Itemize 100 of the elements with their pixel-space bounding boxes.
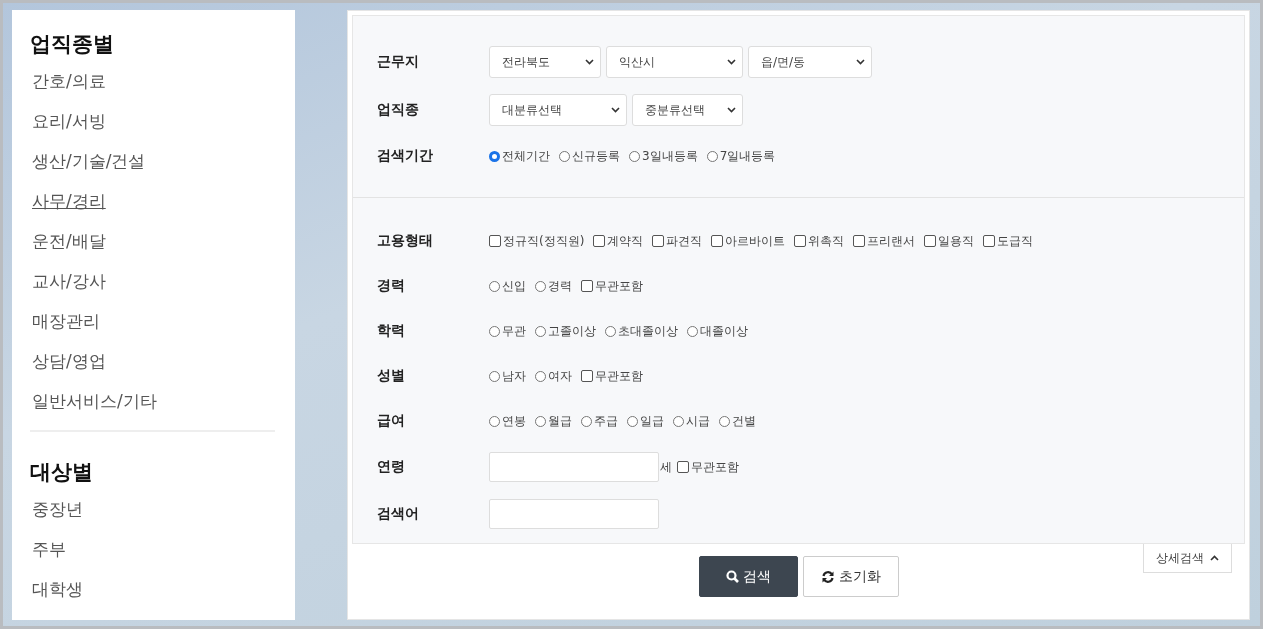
field-label: 성별 <box>376 367 406 385</box>
radio-button[interactable] <box>559 150 570 162</box>
caret-down-icon <box>856 59 865 65</box>
sidebar-link[interactable]: 일반서비스/기타 <box>32 390 157 413</box>
dropdown[interactable]: 대분류선택 <box>489 94 627 126</box>
field-label: 근무지 <box>376 53 420 71</box>
radio-button[interactable] <box>535 415 546 427</box>
reset-button[interactable]: 초기화 <box>802 556 899 597</box>
checkbox-option[interactable]: 무관포함 <box>677 458 739 476</box>
unit-label: 세 <box>660 458 672 476</box>
radio-option[interactable]: 7일내등록 <box>706 147 776 165</box>
sidebar-link[interactable]: 생산/기술/건설 <box>32 150 146 173</box>
section-title: 업직종별 <box>30 31 115 58</box>
field-label: 학력 <box>376 322 406 340</box>
caret-up-icon <box>1210 555 1219 561</box>
radio-option[interactable]: 주급 <box>581 412 618 430</box>
checkbox-option[interactable]: 무관포함 <box>581 367 643 385</box>
radio-button[interactable] <box>535 325 546 337</box>
checkbox[interactable] <box>794 235 807 247</box>
checkbox[interactable] <box>581 370 593 382</box>
radio-button[interactable] <box>627 415 638 427</box>
checkbox-option[interactable]: 계약직 <box>593 232 644 250</box>
field-label: 연령 <box>376 458 406 476</box>
section-title: 대상별 <box>30 459 94 486</box>
radio-button[interactable] <box>489 325 500 337</box>
radio-option[interactable]: 일급 <box>627 412 664 430</box>
input-field[interactable] <box>489 499 659 529</box>
sidebar-link[interactable]: 상담/영업 <box>32 350 106 373</box>
checkbox-option[interactable]: 위촉직 <box>794 232 845 250</box>
radio-option[interactable]: 초대졸이상 <box>605 322 678 340</box>
radio-button[interactable] <box>581 415 592 427</box>
checkbox-option[interactable]: 프리랜서 <box>853 232 916 250</box>
checkbox-option[interactable]: 정규직(정직원) <box>489 232 585 250</box>
dropdown[interactable]: 읍/면/동 <box>748 46 872 78</box>
radio-button[interactable] <box>489 280 500 292</box>
sidebar-link[interactable]: 운전/배달 <box>32 230 106 253</box>
radio-button[interactable] <box>706 150 718 162</box>
radio-option[interactable]: 3일내등록 <box>629 147 698 165</box>
radio-option[interactable]: 신규등록 <box>559 147 620 165</box>
checkbox[interactable] <box>652 235 665 247</box>
search-icon <box>725 570 739 583</box>
radio-button[interactable] <box>629 150 640 162</box>
checkbox[interactable] <box>677 461 689 473</box>
dropdown[interactable]: 전라북도 <box>489 46 601 78</box>
field-label: 급여 <box>376 412 406 430</box>
sidebar-link[interactable]: 중장년 <box>32 498 83 521</box>
checkbox[interactable] <box>489 235 501 247</box>
checkbox[interactable] <box>711 235 724 247</box>
caret-down-icon <box>585 59 594 65</box>
radio-option[interactable]: 신입 <box>489 277 526 295</box>
dropdown[interactable]: 중분류선택 <box>632 94 743 126</box>
sidebar-link[interactable]: 교사/강사 <box>32 270 106 293</box>
checkbox-option[interactable]: 일용직 <box>924 232 975 250</box>
radio-option[interactable]: 여자 <box>535 367 572 385</box>
radio-button[interactable] <box>489 150 500 162</box>
field-label: 고용형태 <box>376 232 434 250</box>
sidebar-link[interactable]: 요리/서빙 <box>32 110 106 133</box>
sidebar-link[interactable]: 사무/경리 <box>32 190 106 213</box>
checkbox-option[interactable]: 무관포함 <box>581 277 643 295</box>
checkbox-option[interactable]: 아르바이트 <box>711 232 786 250</box>
radio-option[interactable]: 월급 <box>535 412 572 430</box>
radio-option[interactable]: 무관 <box>489 322 526 340</box>
checkbox-option[interactable]: 도급직 <box>983 232 1034 250</box>
radio-option[interactable]: 경력 <box>535 277 572 295</box>
radio-option[interactable]: 고졸이상 <box>535 322 596 340</box>
checkbox-option[interactable]: 파견직 <box>652 232 703 250</box>
radio-option[interactable]: 전체기간 <box>489 147 550 165</box>
checkbox[interactable] <box>581 280 593 292</box>
field-label: 검색기간 <box>376 147 434 165</box>
dropdown[interactable]: 익산시 <box>606 46 743 78</box>
field-label: 경력 <box>376 277 406 295</box>
radio-option[interactable]: 건별 <box>719 412 756 430</box>
radio-option[interactable]: 남자 <box>489 367 526 385</box>
caret-down-icon <box>611 107 620 113</box>
radio-button[interactable] <box>605 325 616 337</box>
checkbox[interactable] <box>983 235 996 247</box>
radio-button[interactable] <box>535 280 546 292</box>
radio-button[interactable] <box>489 415 500 427</box>
radio-option[interactable]: 연봉 <box>489 412 526 430</box>
caret-down-icon <box>727 107 736 113</box>
search-button[interactable]: 검색 <box>698 556 798 597</box>
sidebar-link[interactable]: 간호/의료 <box>32 70 106 93</box>
checkbox[interactable] <box>924 235 937 247</box>
field-label: 검색어 <box>376 505 420 523</box>
field-label: 업직종 <box>376 101 420 119</box>
sidebar-link[interactable]: 주부 <box>32 538 66 561</box>
radio-button[interactable] <box>719 415 730 427</box>
radio-option[interactable]: 대졸이상 <box>687 322 748 340</box>
sidebar-link[interactable]: 대학생 <box>32 578 83 601</box>
radio-button[interactable] <box>673 415 684 427</box>
input-field[interactable] <box>489 452 659 482</box>
radio-button[interactable] <box>687 325 698 337</box>
checkbox[interactable] <box>593 235 606 247</box>
radio-button[interactable] <box>489 370 500 382</box>
sidebar-link[interactable]: 매장관리 <box>32 310 100 333</box>
checkbox[interactable] <box>853 235 866 247</box>
detail-search-toggle[interactable]: 상세검색 <box>1143 544 1232 573</box>
radio-button[interactable] <box>535 370 546 382</box>
refresh-icon <box>820 569 835 584</box>
radio-option[interactable]: 시급 <box>673 412 710 430</box>
